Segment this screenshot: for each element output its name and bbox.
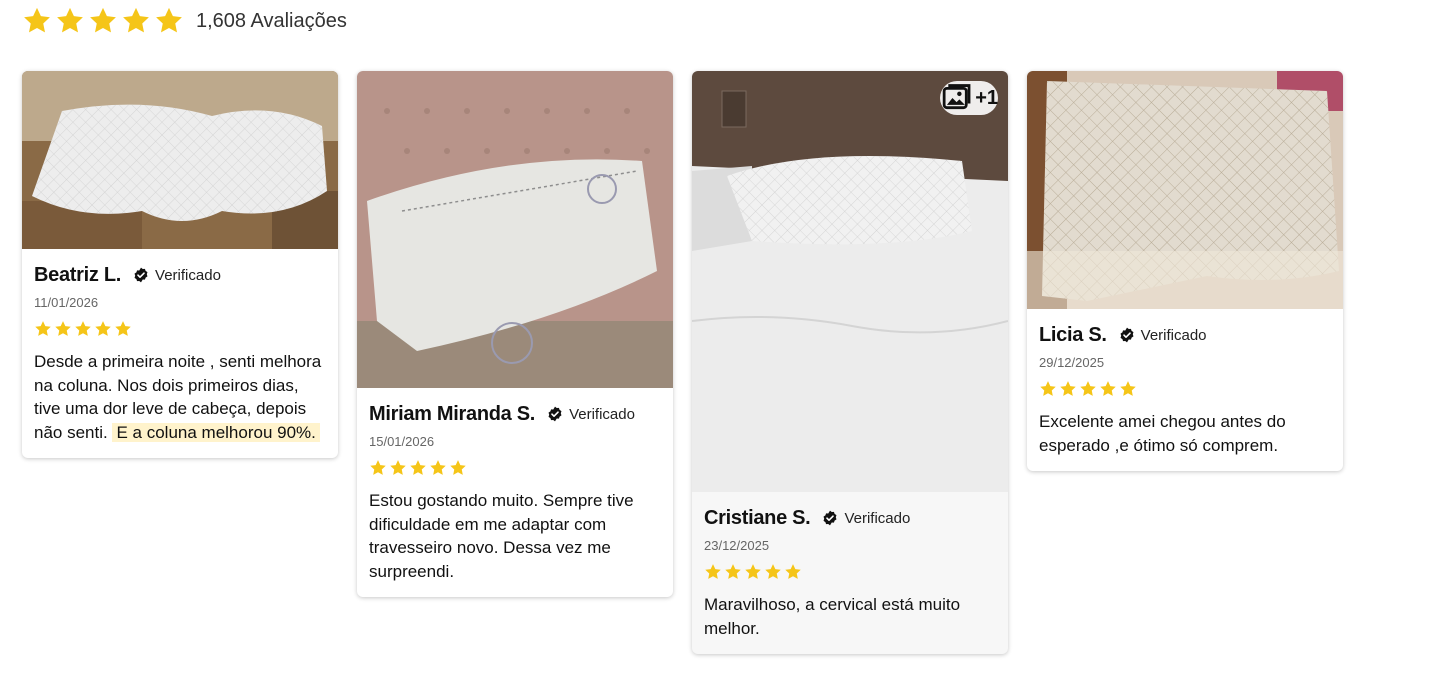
reviewer-name: Miriam Miranda S. (369, 402, 536, 425)
review-stars (1039, 380, 1331, 398)
star-icon (22, 6, 52, 36)
reviewer-name: Cristiane S. (704, 506, 811, 529)
verified-label: Verificado (569, 405, 635, 423)
review-count[interactable]: 1,608 Avaliações (196, 10, 347, 33)
star-icon (409, 459, 427, 477)
review-text: Excelente amei chegou antes do esperado … (1039, 412, 1286, 455)
photo-count-badge[interactable]: +1 (940, 81, 998, 115)
star-icon (74, 320, 92, 338)
review-date: 11/01/2026 (34, 295, 99, 310)
pillow-photo-image (692, 71, 1008, 492)
review-date: 29/12/2025 (1039, 355, 1105, 370)
reviewer-name: Licia S. (1039, 323, 1107, 346)
verified-label: Verificado (844, 509, 911, 527)
star-icon (1119, 380, 1137, 398)
pillow-photo-image (22, 71, 338, 249)
review-photo[interactable] (357, 71, 673, 388)
star-icon (1059, 380, 1077, 398)
review-photo[interactable]: +1 (692, 71, 1008, 492)
review-card[interactable]: Beatriz L. Verificado 11/01/2026 Desde a… (22, 71, 338, 458)
star-icon (114, 320, 132, 338)
star-icon (429, 459, 447, 477)
verified-label: Verificado (155, 266, 221, 284)
star-icon (369, 459, 387, 477)
review-date: 15/01/2026 (369, 434, 435, 449)
star-icon (784, 563, 802, 581)
review-stars (34, 320, 326, 338)
verified-check-icon (1119, 327, 1135, 343)
star-icon (94, 320, 112, 338)
star-icon (121, 6, 151, 36)
star-icon (154, 6, 184, 36)
photo-count-label: +1 (975, 86, 998, 109)
star-icon (1039, 380, 1057, 398)
highlighted-text: E a coluna melhorou 90%. (112, 422, 320, 442)
pillow-photo-image (357, 71, 673, 388)
verified-check-icon (547, 406, 563, 422)
star-icon (764, 563, 782, 581)
star-icon (744, 563, 762, 581)
verified-check-icon (822, 510, 838, 526)
star-icon (1079, 380, 1097, 398)
review-text: Maravilhoso, a cervical está muito melho… (704, 595, 961, 638)
verified-check-icon (133, 267, 149, 283)
reviewer-name: Beatriz L. (34, 263, 122, 286)
verified-label: Verificado (1140, 326, 1207, 344)
review-card[interactable]: Licia S. Verificado 29/12/2025 Excelente… (1027, 71, 1343, 471)
star-icon (1099, 380, 1117, 398)
gallery-icon (942, 84, 971, 110)
star-icon (389, 459, 407, 477)
review-stars (704, 563, 996, 581)
review-card[interactable]: Miriam Miranda S. Verificado 15/01/2026 … (357, 71, 673, 597)
pillow-photo-image (1027, 71, 1343, 309)
star-icon (449, 459, 467, 477)
star-icon (34, 320, 52, 338)
star-icon (724, 563, 742, 581)
star-icon (88, 6, 118, 36)
review-stars (369, 459, 661, 477)
star-icon (704, 563, 722, 581)
review-photo[interactable] (1027, 71, 1343, 309)
star-icon (55, 6, 85, 36)
review-card[interactable]: +1 Cristiane S. Verificado 23/12/2025 Ma… (692, 71, 1008, 654)
review-text: Estou gostando muito. Sempre tive dificu… (369, 491, 634, 581)
review-photo[interactable] (22, 71, 338, 249)
star-icon (54, 320, 72, 338)
summary-stars (22, 6, 184, 36)
review-date: 23/12/2025 (704, 538, 770, 553)
review-text: Desde a primeira noite , senti melhora n… (34, 350, 326, 444)
rating-summary: 1,608 Avaliações (22, 4, 347, 38)
